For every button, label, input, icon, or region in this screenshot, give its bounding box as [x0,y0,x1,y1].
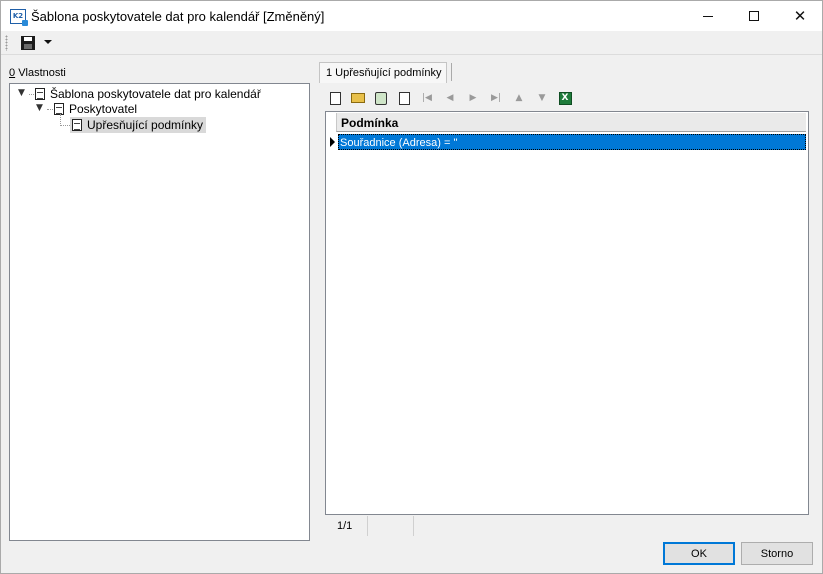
tab-separator [451,63,452,81]
cancel-button[interactable]: Storno [741,542,813,565]
conditions-grid[interactable]: Podmínka Souřadnice (Adresa) = '' [325,111,809,515]
conditions-panel: |◀ ◀ ▶ ▶| ▲ ▼ X Podmínka Souřadnice (Adr… [319,83,814,541]
close-icon: ✕ [793,7,807,25]
maximize-button[interactable] [731,1,777,31]
last-icon[interactable]: ▶| [488,90,504,106]
floppy-disk-icon [21,36,35,50]
tree-node-label: Šablona poskytovatele dat pro kalendář [50,87,261,101]
next-icon[interactable]: ▶ [465,90,481,106]
ok-button[interactable]: OK [663,542,735,565]
main-toolbar [1,31,822,55]
minimize-icon [703,15,713,17]
tree-node-template[interactable]: Šablona poskytovatele dat pro kalendář [35,86,261,102]
excel-export-icon[interactable]: X [557,90,573,106]
document-icon [54,103,64,115]
tree-node-provider[interactable]: Poskytovatel [54,101,137,117]
open-folder-icon[interactable] [350,90,366,106]
tab-conditions[interactable]: 1 Upřesňující podmínky [319,62,447,84]
column-header-condition[interactable]: Podmínka [336,113,806,132]
chevron-down-icon[interactable]: ▼ [18,89,27,98]
current-row-indicator-icon [330,137,335,147]
table-row[interactable]: Souřadnice (Adresa) = '' [338,134,806,150]
save-button[interactable] [20,35,36,51]
document-icon [35,88,45,100]
minimize-button[interactable] [685,1,731,31]
toolbar-grip[interactable] [5,35,8,51]
tree-node-conditions[interactable]: Upřesňující podmínky [70,117,207,133]
filter-icon[interactable] [373,90,389,106]
tree-node-label: Poskytovatel [69,102,138,116]
properties-label: 0 Vlastnosti [9,67,66,79]
first-icon[interactable]: |◀ [419,90,435,106]
title-bar: K2 Šablona poskytovatele dat pro kalendá… [1,1,822,31]
chevron-down-icon[interactable]: ▼ [36,104,45,113]
app-icon: K2 [10,9,28,26]
status-bar: 1/1 [325,516,809,538]
new-icon[interactable] [327,90,343,106]
move-up-icon[interactable]: ▲ [511,90,527,106]
status-divider [367,516,368,536]
refresh-icon[interactable] [396,90,412,106]
dialog-window: K2 Šablona poskytovatele dat pro kalendá… [0,0,823,574]
close-button[interactable]: ✕ [777,1,823,31]
prev-icon[interactable]: ◀ [442,90,458,106]
document-icon [72,119,82,131]
record-count: 1/1 [337,520,353,532]
chevron-down-icon[interactable] [44,40,52,44]
grid-toolbar: |◀ ◀ ▶ ▶| ▲ ▼ X [327,89,580,107]
window-title: Šablona poskytovatele dat pro kalendář [… [31,9,325,24]
maximize-icon [749,11,759,21]
properties-tree[interactable]: ▼ Šablona poskytovatele dat pro kalendář… [9,83,310,541]
status-divider [413,516,414,536]
tree-node-label: Upřesňující podmínky [87,118,204,132]
move-down-icon[interactable]: ▼ [534,90,550,106]
